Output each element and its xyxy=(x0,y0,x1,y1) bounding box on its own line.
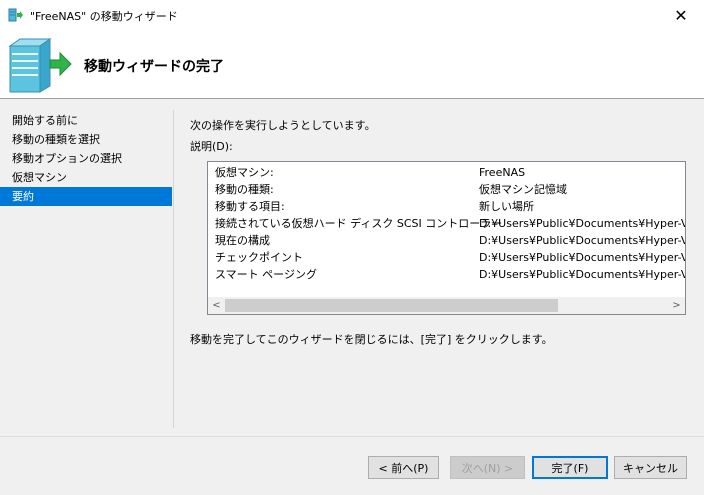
list-item-key: 移動する項目: xyxy=(215,200,285,213)
list-item-key: スマート ページング xyxy=(215,268,317,281)
move-wizard-window: "FreeNAS" の移動ウィザード ✕ 移動ウィザードの完了 開始する前に 移… xyxy=(0,0,704,495)
list-item-value: FreeNAS xyxy=(479,166,526,179)
list-item-key: 移動の種類: xyxy=(215,183,274,196)
divider xyxy=(173,110,174,428)
wizard-step-nav: 開始する前に 移動の種類を選択 移動オプションの選択 仮想マシン 要約 xyxy=(0,111,172,206)
list-item: 仮想マシン: FreeNAS xyxy=(208,164,685,181)
list-item-value: D:¥Users¥Public¥Documents¥Hyper-V¥Virtu xyxy=(479,217,685,230)
list-item: 接続されている仮想ハード ディスク SCSI コントローラー D:¥Users¥… xyxy=(208,215,685,232)
sidebar-item-choose-move-type[interactable]: 移動の種類を選択 xyxy=(0,130,172,149)
window-title: "FreeNAS" の移動ウィザード xyxy=(30,10,178,23)
scrollbar-thumb[interactable] xyxy=(225,299,558,312)
sidebar-item-choose-options[interactable]: 移動オプションの選択 xyxy=(0,149,172,168)
list-item: スマート ページング D:¥Users¥Public¥Documents¥Hyp… xyxy=(208,266,685,283)
list-item-value: D:¥Users¥Public¥Documents¥Hyper-V¥Virtu xyxy=(479,234,685,247)
intro-text: 次の操作を実行しようとしています。 xyxy=(190,119,376,132)
next-button[interactable]: 次へ(N) > xyxy=(450,456,525,479)
finish-instruction: 移動を完了してこのウィザードを閉じるには、[完了] をクリックします。 xyxy=(190,333,553,346)
sidebar-item-before-you-begin[interactable]: 開始する前に xyxy=(0,111,172,130)
list-item-value: D:¥Users¥Public¥Documents¥Hyper-V¥Virtu xyxy=(479,251,685,264)
finish-button[interactable]: 完了(F) xyxy=(532,456,608,479)
list-item-value: 仮想マシン記憶域 xyxy=(479,183,567,196)
list-item: 移動する項目: 新しい場所 xyxy=(208,198,685,215)
list-item-key: チェックポイント xyxy=(215,251,303,264)
sidebar-item-summary[interactable]: 要約 xyxy=(0,187,172,206)
wizard-header: 移動ウィザードの完了 xyxy=(0,30,704,99)
close-icon[interactable]: ✕ xyxy=(658,0,704,30)
list-item: チェックポイント D:¥Users¥Public¥Documents¥Hyper… xyxy=(208,249,685,266)
list-item-key: 現在の構成 xyxy=(215,234,270,247)
list-item-value: D:¥Users¥Public¥Documents¥Hyper-V¥Virtu xyxy=(479,268,685,281)
scroll-left-icon[interactable]: < xyxy=(208,297,225,314)
cancel-button[interactable]: キャンセル xyxy=(614,456,687,479)
description-list[interactable]: 仮想マシン: FreeNAS 移動の種類: 仮想マシン記憶域 移動する項目: 新… xyxy=(207,161,686,315)
list-item: 現在の構成 D:¥Users¥Public¥Documents¥Hyper-V¥… xyxy=(208,232,685,249)
title-bar: "FreeNAS" の移動ウィザード ✕ xyxy=(0,0,704,30)
previous-button[interactable]: < 前へ(P) xyxy=(368,456,439,479)
list-item-key: 接続されている仮想ハード ディスク SCSI コントローラー xyxy=(215,217,503,230)
list-item-value: 新しい場所 xyxy=(479,200,534,213)
description-label: 説明(D): xyxy=(190,140,233,153)
list-item-key: 仮想マシン: xyxy=(215,166,274,179)
page-title: 移動ウィザードの完了 xyxy=(84,59,224,75)
list-item: 移動の種類: 仮想マシン記憶域 xyxy=(208,181,685,198)
horizontal-scrollbar[interactable]: < > xyxy=(208,297,685,314)
server-move-icon xyxy=(8,36,72,94)
sidebar-item-virtual-machine[interactable]: 仮想マシン xyxy=(0,168,172,187)
footer-divider xyxy=(0,436,704,437)
scroll-right-icon[interactable]: > xyxy=(668,297,685,314)
wizard-app-icon xyxy=(8,7,24,23)
